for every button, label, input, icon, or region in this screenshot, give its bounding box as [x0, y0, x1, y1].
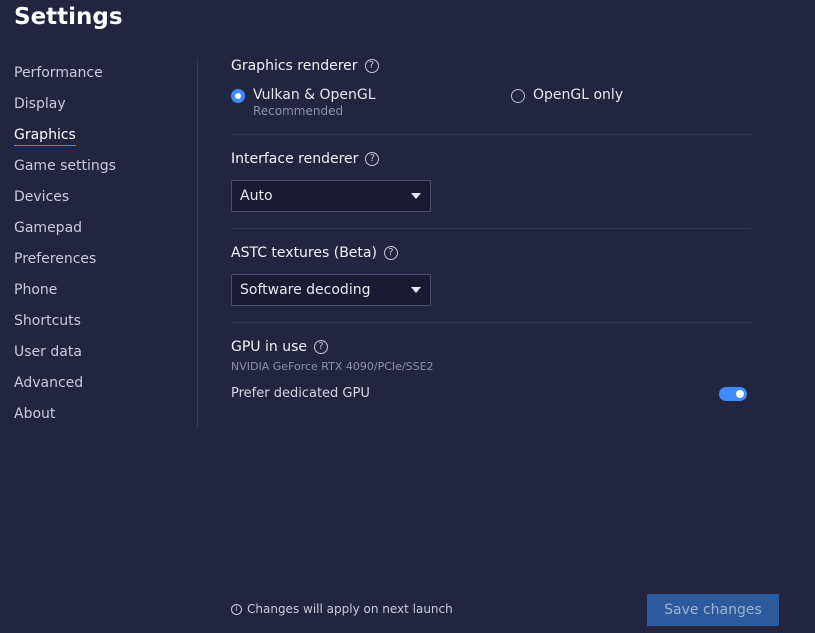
astc-textures-label: ASTC textures (Beta): [231, 245, 377, 261]
gpu-in-use-title: GPU in use ?: [231, 339, 328, 355]
divider: [231, 322, 751, 323]
divider: [231, 134, 751, 135]
help-icon[interactable]: ?: [383, 246, 398, 260]
interface-renderer-value: Auto: [240, 188, 273, 204]
sidebar-item-preferences[interactable]: Preferences: [14, 250, 96, 268]
info-icon: i: [231, 603, 242, 615]
divider: [231, 228, 751, 229]
footer-note: i Changes will apply on next launch: [231, 602, 453, 616]
radio-unchecked-icon[interactable]: [511, 89, 525, 103]
radio-opengl-only-label: OpenGL only: [533, 87, 624, 103]
interface-renderer-select[interactable]: Auto: [231, 180, 431, 212]
sidebar-item-performance[interactable]: Performance: [14, 64, 103, 82]
sidebar-item-shortcuts[interactable]: Shortcuts: [14, 312, 81, 330]
astc-textures-value: Software decoding: [240, 282, 371, 298]
radio-checked-icon[interactable]: [231, 89, 245, 103]
radio-opengl-only[interactable]: OpenGL only: [511, 87, 623, 103]
chevron-down-icon: [411, 193, 421, 199]
sidebar-item-user-data[interactable]: User data: [14, 343, 82, 361]
sidebar-item-advanced[interactable]: Advanced: [14, 374, 83, 392]
prefer-dedicated-gpu-toggle[interactable]: [719, 387, 747, 401]
page-title: Settings: [14, 4, 123, 30]
interface-renderer-title: Interface renderer ?: [231, 151, 380, 167]
sidebar-item-about[interactable]: About: [14, 405, 55, 423]
graphics-renderer-title: Graphics renderer ?: [231, 58, 379, 74]
sidebar-item-phone[interactable]: Phone: [14, 281, 57, 299]
radio-vulkan-opengl-label: Vulkan & OpenGL: [253, 87, 376, 103]
graphics-renderer-label: Graphics renderer: [231, 58, 358, 74]
sidebar-item-game-settings[interactable]: Game settings: [14, 157, 116, 175]
gpu-in-use-label: GPU in use: [231, 339, 307, 355]
save-changes-button[interactable]: Save changes: [647, 594, 779, 626]
help-icon[interactable]: ?: [364, 59, 379, 73]
prefer-dedicated-gpu-label: Prefer dedicated GPU: [231, 386, 370, 401]
astc-textures-select[interactable]: Software decoding: [231, 274, 431, 306]
chevron-down-icon: [411, 287, 421, 293]
sidebar-item-display[interactable]: Display: [14, 95, 66, 113]
help-icon[interactable]: ?: [313, 340, 328, 354]
sidebar-item-graphics[interactable]: Graphics: [14, 126, 76, 146]
interface-renderer-label: Interface renderer: [231, 151, 359, 167]
toggle-knob: [736, 390, 744, 398]
gpu-name: NVIDIA GeForce RTX 4090/PCIe/SSE2: [231, 360, 434, 373]
sidebar-item-gamepad[interactable]: Gamepad: [14, 219, 82, 237]
help-icon[interactable]: ?: [365, 152, 380, 166]
astc-textures-title: ASTC textures (Beta) ?: [231, 245, 398, 261]
footer-note-text: Changes will apply on next launch: [247, 602, 453, 616]
radio-vulkan-opengl-sub: Recommended: [253, 104, 344, 118]
radio-vulkan-opengl[interactable]: Vulkan & OpenGL Recommended: [231, 87, 376, 118]
sidebar: Performance Display Graphics Game settin…: [0, 58, 198, 428]
sidebar-item-devices[interactable]: Devices: [14, 188, 69, 206]
